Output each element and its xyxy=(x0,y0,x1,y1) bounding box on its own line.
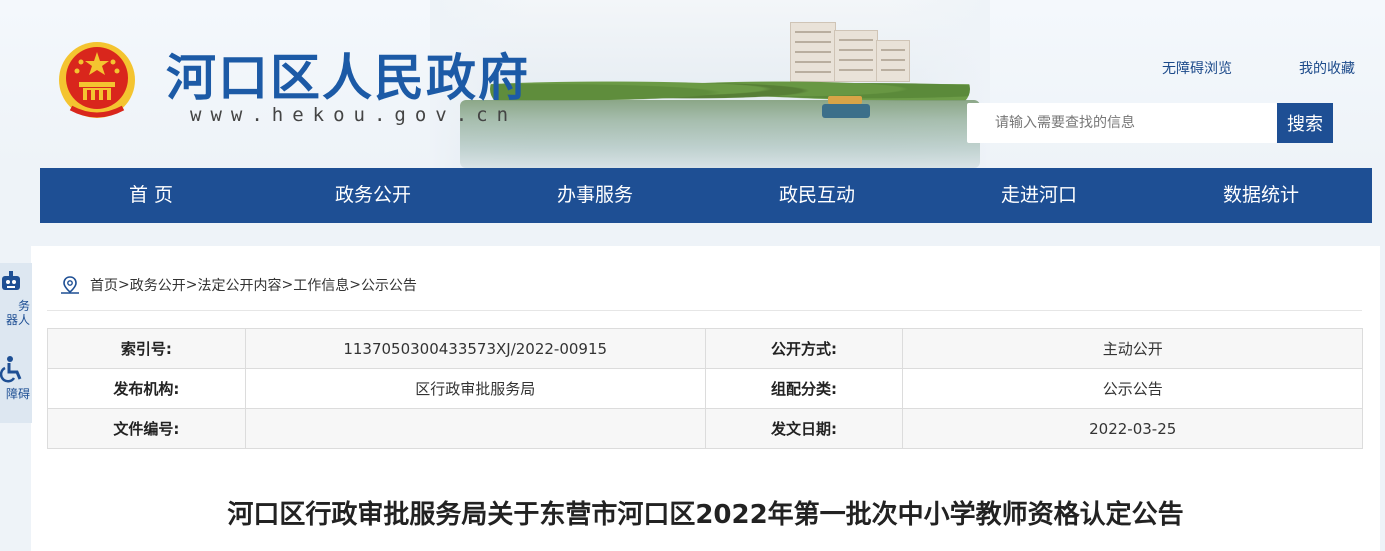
search-input[interactable] xyxy=(967,103,1277,143)
index-number-label: 索引号: xyxy=(47,328,246,369)
document-number-value xyxy=(244,408,706,449)
breadcrumb-item-statutory-content[interactable]: 法定公开内容 xyxy=(197,275,281,295)
robot-icon xyxy=(2,271,20,290)
breadcrumb: 首页 > 政务公开 > 法定公开内容 > 工作信息 > 公示公告 xyxy=(58,275,417,295)
disclosure-method-value: 主动公开 xyxy=(902,328,1363,369)
index-number-value: 1137050300433573XJ/2022-00915 xyxy=(244,328,706,369)
robot-label: 务 器人 xyxy=(0,299,32,327)
site-title: 河口区人民政府 xyxy=(166,49,530,107)
robot-label-line1: 务 xyxy=(17,299,30,313)
publisher-value: 区行政审批服务局 xyxy=(244,368,706,409)
breadcrumb-divider xyxy=(47,310,1362,311)
accessibility-side-button[interactable]: 障碍 xyxy=(0,355,32,401)
category-value: 公示公告 xyxy=(902,368,1363,409)
breadcrumb-item-announcements[interactable]: 公示公告 xyxy=(361,275,417,295)
issue-date-value: 2022-03-25 xyxy=(902,408,1363,449)
disclosure-method-label: 公开方式: xyxy=(704,328,904,369)
breadcrumb-item-home[interactable]: 首页 xyxy=(90,275,118,295)
publisher-label: 发布机构: xyxy=(47,368,246,409)
article-title: 河口区行政审批服务局关于东营市河口区2022年第一批次中小学教师资格认定公告 xyxy=(227,500,1184,530)
search-button[interactable]: 搜索 xyxy=(1277,103,1333,143)
side-float-bar: 务 器人 障碍 xyxy=(0,263,32,423)
breadcrumb-separator: > xyxy=(185,277,198,293)
wheelchair-icon xyxy=(0,356,22,383)
nav-item-statistics[interactable]: 数据统计 xyxy=(1150,168,1372,223)
main-nav: 首 页 政务公开 办事服务 政民互动 走进河口 数据统计 xyxy=(40,168,1372,223)
robot-label-line2: 器人 xyxy=(5,313,30,327)
breadcrumb-separator: > xyxy=(118,277,130,293)
national-emblem-icon xyxy=(59,42,135,118)
document-meta-table: 索引号: 1137050300433573XJ/2022-00915 公开方式:… xyxy=(47,328,1363,449)
issue-date-label: 发文日期: xyxy=(704,408,904,449)
breadcrumb-separator: > xyxy=(349,277,361,293)
nav-item-services[interactable]: 办事服务 xyxy=(484,168,706,223)
document-number-label: 文件编号: xyxy=(47,408,246,449)
favorites-link[interactable]: 我的收藏 xyxy=(1299,58,1355,78)
nav-item-government-affairs[interactable]: 政务公开 xyxy=(262,168,484,223)
accessibility-link[interactable]: 无障碍浏览 xyxy=(1162,58,1232,78)
robot-button[interactable]: 务 器人 xyxy=(0,269,32,327)
nav-item-home[interactable]: 首 页 xyxy=(40,168,262,223)
location-pin-icon xyxy=(61,276,79,294)
category-label: 组配分类: xyxy=(704,368,904,409)
breadcrumb-separator: > xyxy=(281,277,294,293)
nav-item-interaction[interactable]: 政民互动 xyxy=(706,168,928,223)
nav-item-about-hekou[interactable]: 走进河口 xyxy=(928,168,1150,223)
table-row: 索引号: 1137050300433573XJ/2022-00915 公开方式:… xyxy=(47,328,1363,369)
breadcrumb-item-government-affairs[interactable]: 政务公开 xyxy=(130,275,186,295)
accessibility-side-label: 障碍 xyxy=(5,387,30,401)
site-url: www.hekou.gov.cn xyxy=(190,104,518,126)
table-row: 发布机构: 区行政审批服务局 组配分类: 公示公告 xyxy=(47,368,1363,409)
breadcrumb-item-work-info[interactable]: 工作信息 xyxy=(293,275,349,295)
site-header: 河口区人民政府 www.hekou.gov.cn 无障碍浏览 我的收藏 搜索 xyxy=(0,0,1385,168)
table-row: 文件编号: 发文日期: 2022-03-25 xyxy=(47,408,1363,449)
